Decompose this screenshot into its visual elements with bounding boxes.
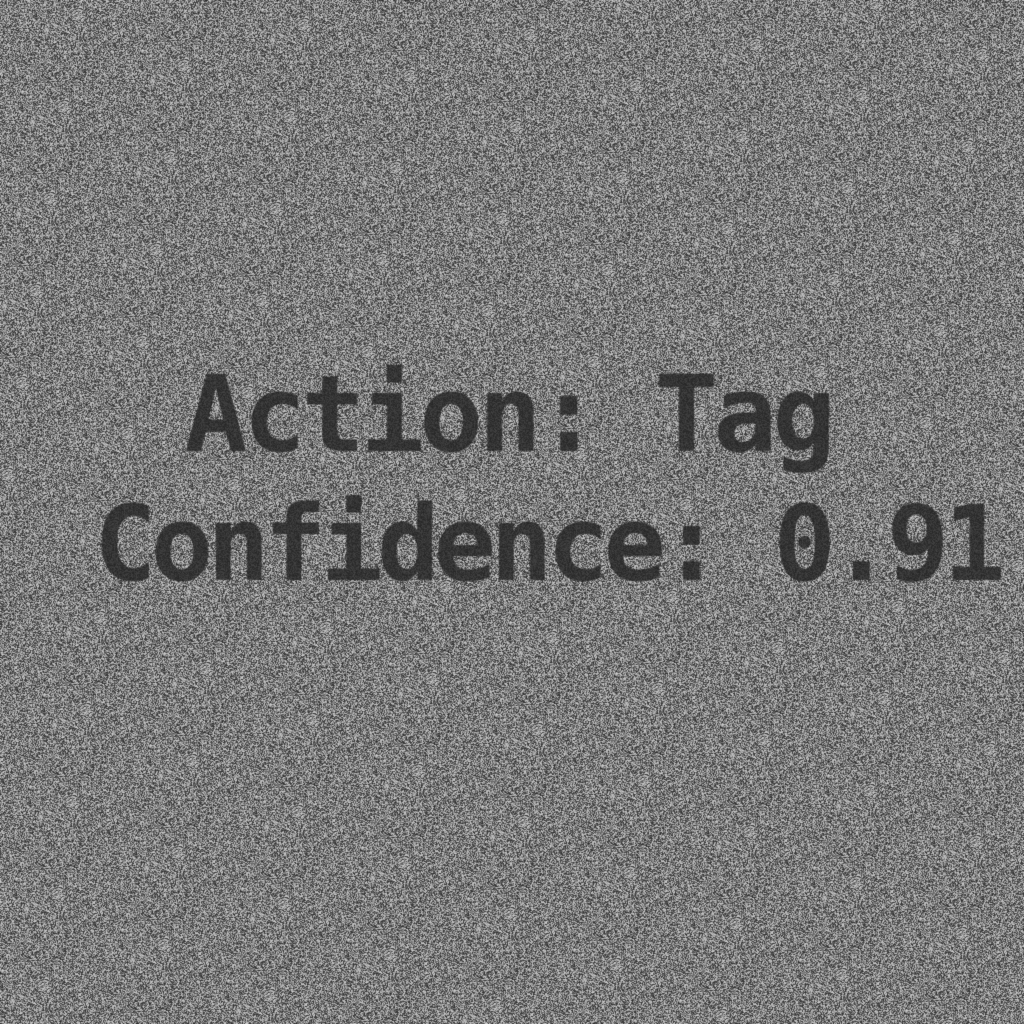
action-label: Action: Tag	[184, 353, 836, 476]
confidence-label: Confidence: 0.91	[94, 483, 1006, 605]
noise-canvas-page: { "overlay": { "action_line": "Action: T…	[0, 0, 1024, 1024]
